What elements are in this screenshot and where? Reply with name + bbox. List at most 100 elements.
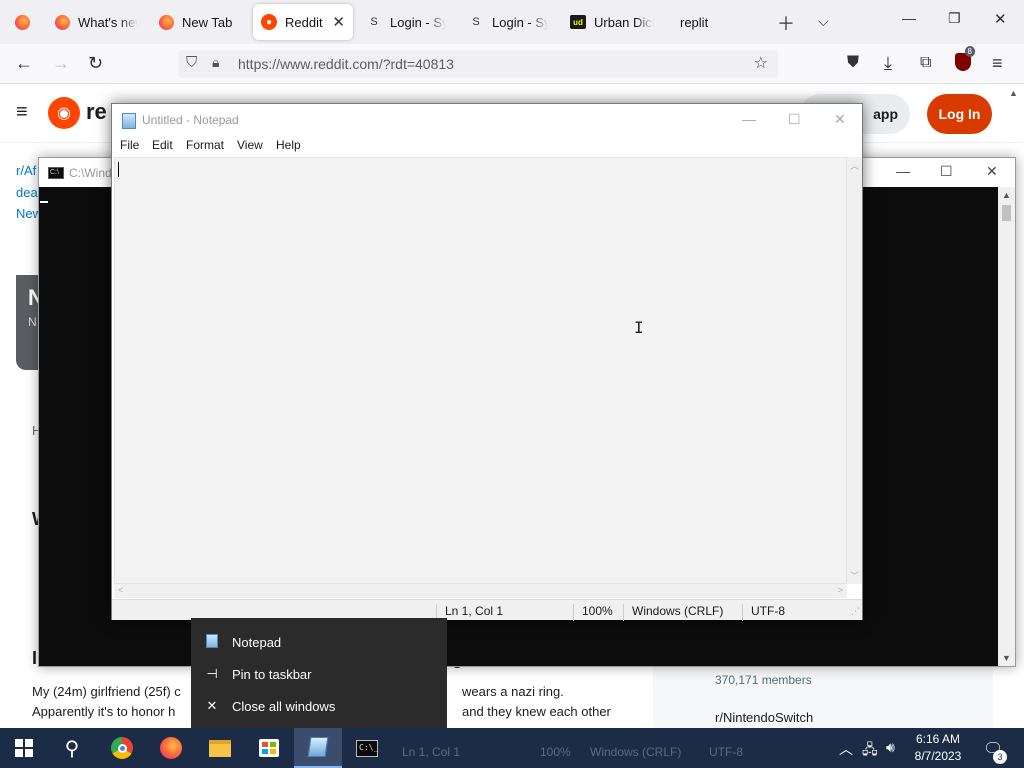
scroll-left-arrow-icon[interactable]: < (118, 585, 123, 595)
restore-icon[interactable]: ❐ (948, 10, 961, 27)
notepad-maximize-icon[interactable]: ☐ (788, 111, 801, 128)
encoding: UTF-8 (742, 604, 785, 621)
tab-replit[interactable]: replit (666, 4, 756, 40)
windows-taskbar: ⚲ C:\_ Ln 1, Col 1 100% Windows (CRLF) U… (0, 728, 1024, 768)
resize-grip-icon[interactable]: ⋰ (851, 606, 860, 617)
tab-urban-dictionary[interactable]: ud Urban Dicti (562, 4, 662, 40)
notepad-title-bar[interactable]: Untitled - Notepad — ☐ ✕ (112, 104, 862, 135)
jumplist-item-label: Notepad (232, 634, 282, 650)
menu-view[interactable]: View (237, 138, 263, 152)
member-count: 370,171 members (715, 673, 812, 687)
system-clock[interactable]: 6:16 AM 8/7/2023 (907, 731, 969, 765)
forward-arrow-icon[interactable]: → (52, 53, 70, 73)
tab-label: Login - Sync (492, 14, 548, 30)
minimize-icon[interactable]: — (902, 10, 916, 26)
tab-reddit[interactable]: ● Reddit ✕ (253, 4, 353, 40)
reddit-menu-icon[interactable]: ≡ (16, 101, 28, 124)
zoom-level: 100% (573, 604, 613, 621)
chrome-icon (111, 737, 133, 759)
taskbar-jump-list: Notepad ⊣ Pin to taskbar ✕ Close all win… (191, 618, 447, 728)
list-tabs-chevron-icon[interactable]: ⌵ (818, 13, 829, 30)
notepad-close-icon[interactable]: ✕ (834, 111, 846, 128)
volume-icon[interactable]: 🔊︎ (886, 739, 895, 756)
taskbar-notepad[interactable] (294, 728, 342, 768)
tab-login-sync[interactable]: S Login - Sync (358, 4, 454, 40)
menu-edit[interactable]: Edit (152, 138, 173, 152)
close-icon[interactable]: ✕ (994, 10, 1007, 28)
tab-whats-new[interactable]: What's new (46, 4, 146, 40)
close-tab-icon[interactable]: ✕ (332, 13, 345, 31)
pocket-icon[interactable]: ⛊ (847, 53, 859, 73)
tab-label: Login - Sync (390, 14, 446, 30)
menu-file[interactable]: File (120, 138, 139, 152)
console-maximize-icon[interactable]: ☐ (940, 163, 953, 180)
sidebar-link[interactable]: r/Af (16, 163, 36, 178)
notepad-horizontal-scrollbar[interactable]: < > (114, 584, 847, 598)
scroll-up-arrow-icon[interactable]: ︿ (850, 159, 859, 172)
subreddit-link[interactable]: r/NintendoSwitch (715, 710, 813, 725)
scroll-thumb[interactable] (1002, 205, 1011, 221)
show-hidden-icons-chevron-icon[interactable]: ︿ (839, 739, 853, 759)
post-body-line: wears a nazi ring. (462, 684, 564, 699)
scroll-up-arrow-icon[interactable]: ▲ (1002, 190, 1011, 200)
scroll-down-arrow-icon[interactable]: ▼ (1002, 653, 1011, 663)
cmd-icon: C:\_ (356, 739, 378, 757)
taskbar-command-prompt[interactable]: C:\_ (343, 728, 391, 768)
url-text[interactable]: https://www.reddit.com/?rdt=40813 (238, 56, 454, 72)
menu-hamburger-icon[interactable]: ≡ (992, 53, 1003, 73)
notepad-window[interactable]: Untitled - Notepad — ☐ ✕ File Edit Forma… (111, 103, 863, 621)
ublock-icon[interactable]: 8 (955, 46, 975, 75)
search-icon: ⚲ (64, 737, 80, 760)
reddit-wordmark[interactable]: re (86, 99, 107, 125)
downloads-icon[interactable]: ⤓ (884, 53, 892, 73)
tab-new-tab[interactable]: New Tab (150, 4, 250, 40)
back-arrow-icon[interactable]: ← (15, 53, 33, 73)
taskbar-chrome[interactable] (98, 728, 146, 768)
post-title[interactable]: I (32, 648, 37, 669)
scroll-down-arrow-icon[interactable]: ﹀ (850, 569, 859, 582)
login-button[interactable]: Log In (927, 94, 992, 134)
taskbar-microsoft-store[interactable] (245, 728, 293, 768)
notepad-vertical-scrollbar[interactable]: ︿ ﹀ (847, 157, 862, 584)
url-bar[interactable]: ⛉ 🔒︎ https://www.reddit.com/?rdt=40813 ☆ (178, 50, 778, 78)
notepad-icon (122, 113, 136, 129)
notepad-status-bar: Ln 1, Col 1 100% Windows (CRLF) UTF-8 ⋰ (112, 599, 862, 621)
extensions-icon[interactable]: ⧉ (920, 53, 931, 73)
jumplist-open-notepad[interactable]: Notepad (191, 626, 447, 658)
notification-count-badge: 3 (993, 750, 1007, 764)
notepad-text-area[interactable] (114, 157, 847, 584)
banner-subtitle: N (28, 315, 37, 329)
new-tab-plus-icon[interactable]: ＋ (777, 10, 795, 36)
taskbar-file-explorer[interactable] (196, 728, 244, 768)
notepad-title: Untitled - Notepad (142, 113, 239, 127)
tab-label: Urban Dicti (594, 14, 654, 30)
menu-format[interactable]: Format (186, 138, 224, 152)
console-scrollbar[interactable]: ▲ ▼ (998, 187, 1015, 666)
start-button[interactable] (0, 728, 48, 768)
scroll-right-arrow-icon[interactable]: > (838, 585, 843, 595)
shield-icon[interactable]: ⛉ (186, 54, 197, 71)
jumplist-item-label: Pin to taskbar (232, 666, 312, 682)
reddit-logo-icon[interactable]: ◉ (48, 97, 80, 129)
bookmark-star-icon[interactable]: ☆ (754, 53, 768, 73)
console-minimize-icon[interactable]: — (896, 163, 910, 179)
page-scroll-up-icon[interactable]: ▲ (1009, 88, 1018, 98)
tab-login-sync-2[interactable]: S Login - Sync (460, 4, 556, 40)
post-body[interactable]: My (24m) girlfriend (25f) c Apparently i… (32, 682, 181, 722)
network-icon[interactable]: 🖧︎ (862, 739, 878, 763)
store-icon (259, 739, 279, 757)
firefox-view-button[interactable] (6, 4, 36, 40)
search-button[interactable]: ⚲ (48, 728, 96, 768)
lock-icon[interactable]: 🔒︎ (212, 54, 219, 71)
ghost-status-text: Windows (CRLF) (590, 745, 682, 759)
post-body-right[interactable]: wears a nazi ring. and they knew each ot… (462, 682, 611, 722)
taskbar-firefox[interactable] (147, 728, 195, 768)
menu-help[interactable]: Help (276, 138, 301, 152)
reload-icon[interactable]: ↻ (88, 53, 103, 73)
sidebar-link[interactable]: dea (16, 185, 38, 200)
console-close-icon[interactable]: ✕ (986, 163, 998, 180)
jumplist-close-all-windows[interactable]: ✕ Close all windows (191, 690, 447, 722)
jumplist-pin-to-taskbar[interactable]: ⊣ Pin to taskbar (191, 658, 447, 690)
folder-icon (209, 739, 231, 757)
notepad-minimize-icon[interactable]: — (742, 111, 756, 127)
